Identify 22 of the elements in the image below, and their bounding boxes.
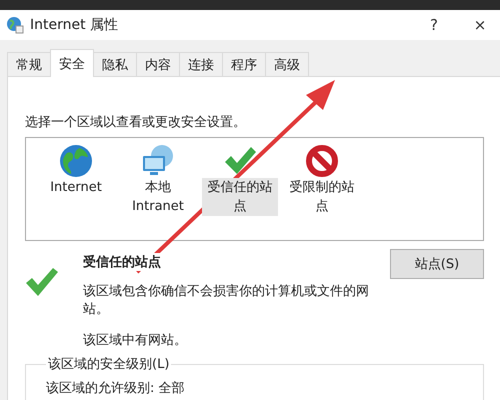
- zone-item[interactable]: 受限制的站点: [284, 144, 360, 240]
- allowed-level-text: 该区域的允许级别: 全部: [46, 381, 185, 396]
- tab[interactable]: 常规: [7, 52, 51, 76]
- globe-icon: [59, 144, 93, 178]
- zone-note: 该区域中有网站。: [83, 332, 188, 349]
- zone-item[interactable]: Internet: [38, 144, 114, 240]
- tab[interactable]: 高级: [265, 52, 309, 76]
- instruction-text: 选择一个区域以查看或更改安全设置。: [25, 114, 247, 131]
- sites-button[interactable]: 站点(S): [390, 249, 484, 279]
- network-computer-icon: [140, 144, 176, 178]
- zone-item[interactable]: 本地 Intranet: [120, 144, 196, 240]
- check-icon: [25, 267, 59, 297]
- group-legend: 该区域的安全级别(L): [46, 355, 172, 373]
- zone-title: 受信任的站点: [83, 253, 161, 271]
- zone-description: 该区域包含你确信不会损害你的计算机或文件的网站。: [83, 283, 370, 319]
- window-title: Internet 属性: [30, 16, 120, 34]
- close-button[interactable]: ×: [460, 16, 500, 34]
- blocked-icon: [305, 144, 339, 178]
- tab[interactable]: 安全: [50, 49, 94, 77]
- help-button[interactable]: ?: [414, 16, 454, 34]
- globe-window-icon: [6, 16, 24, 34]
- zone-item[interactable]: 受信任的站点: [202, 144, 278, 240]
